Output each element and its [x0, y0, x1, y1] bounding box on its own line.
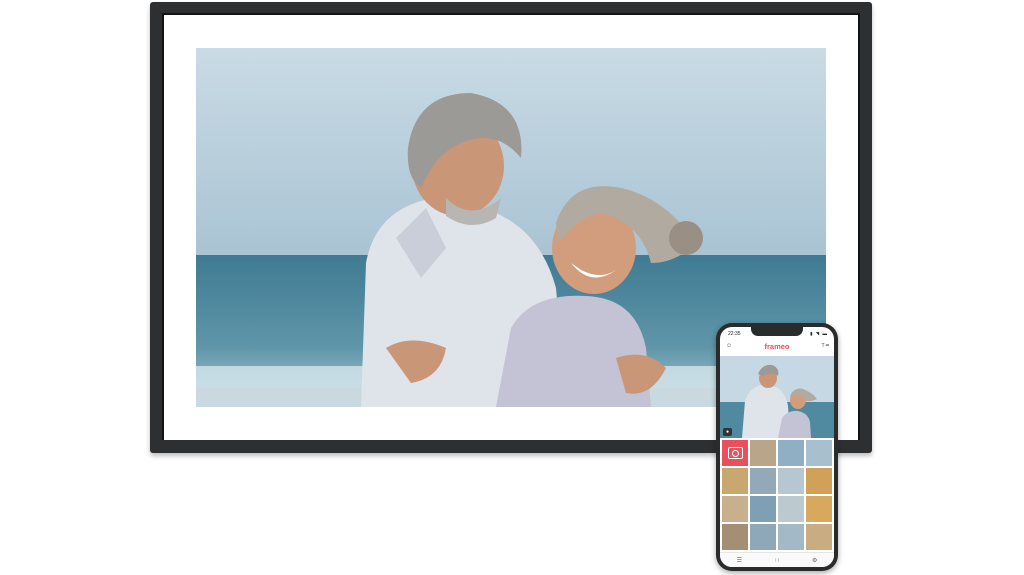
grid-photo[interactable] [722, 523, 749, 550]
smartphone: 22:35 ▮ ◥ ▬ ☺ frameo T·⌗ ● ☰ ∷ ⚙ [716, 323, 838, 571]
menu-icon[interactable]: ☰ [737, 557, 742, 564]
grid-photo[interactable] [805, 523, 832, 550]
grid-photo[interactable] [805, 467, 832, 495]
grid-photo[interactable] [749, 440, 777, 467]
grid-photo[interactable] [777, 467, 805, 495]
grid-photo[interactable] [749, 523, 777, 550]
grid-photo[interactable] [722, 495, 749, 523]
camera-icon[interactable]: ● [723, 428, 732, 436]
phone-featured-photo [720, 356, 834, 438]
app-logo: frameo [764, 342, 790, 351]
grid-photo[interactable] [749, 467, 777, 495]
header-action[interactable]: T·⌗ [821, 343, 829, 349]
phone-screen: 22:35 ▮ ◥ ▬ ☺ frameo T·⌗ ● ☰ ∷ ⚙ [720, 327, 834, 567]
bottom-nav: ☰ ∷ ⚙ [720, 552, 834, 567]
phone-notch [751, 327, 803, 336]
settings-icon[interactable]: ⚙ [812, 557, 817, 564]
grid-photo[interactable] [777, 495, 805, 523]
grid-photo[interactable] [722, 467, 749, 495]
grid-photo[interactable] [805, 440, 832, 467]
status-time: 22:35 [728, 331, 741, 337]
status-icons: ▮ ◥ ▬ [810, 331, 828, 336]
grid-photo[interactable] [805, 495, 832, 523]
camera-icon [727, 447, 743, 460]
add-photo-button[interactable] [722, 440, 749, 467]
grid-icon[interactable]: ∷ [775, 557, 779, 564]
grid-photo[interactable] [749, 495, 777, 523]
grid-photo[interactable] [777, 440, 805, 467]
photo-grid [722, 440, 832, 550]
app-header: ☺ frameo T·⌗ [720, 340, 834, 354]
grid-photo[interactable] [777, 523, 805, 550]
